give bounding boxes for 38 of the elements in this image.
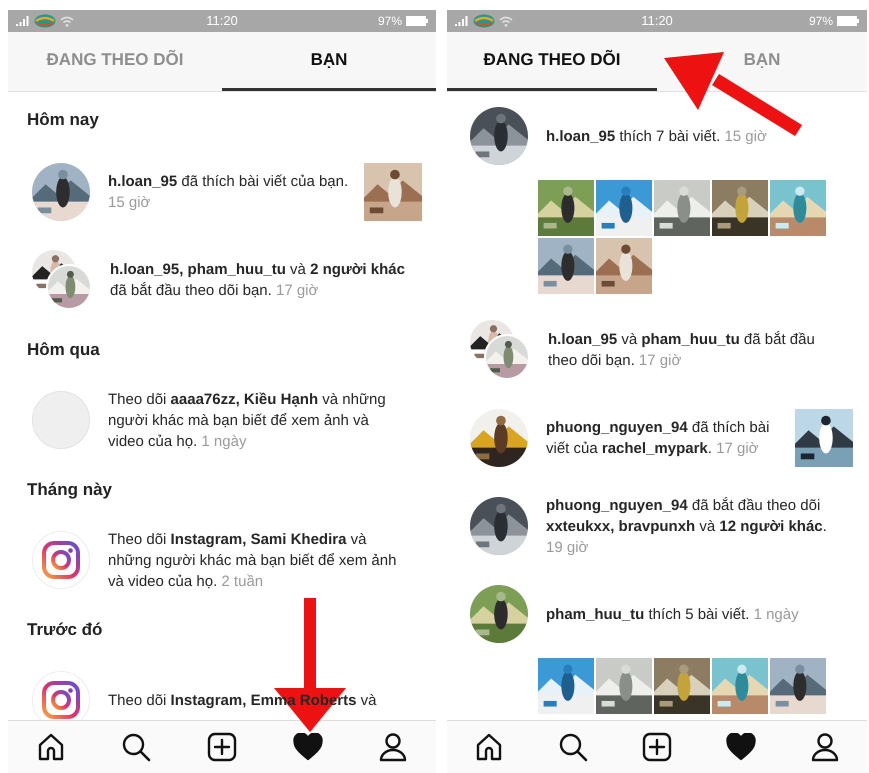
notification-text: h.loan_95 đã thích bài viết của bạn. 15 giờ [108, 172, 350, 213]
search-icon[interactable] [121, 732, 152, 762]
notification-text: h.loan_95 thích 7 bài viết. 15 giờ [546, 126, 768, 146]
profile-icon[interactable] [810, 732, 840, 762]
camera-logo-icon [41, 680, 81, 720]
carrier-logo-icon [34, 14, 56, 28]
battery-icon [837, 16, 859, 26]
camera-logo-icon [41, 540, 81, 580]
battery-percentage: 97% [808, 13, 833, 30]
notification-text: h.loan_95, pham_huu_tu và 2 người khác đã bắt đầu theo dõi bạn. 17 giờ [110, 260, 406, 301]
home-icon[interactable] [474, 732, 504, 762]
search-icon[interactable] [558, 732, 588, 762]
battery-percentage: 97% [378, 13, 402, 30]
wifi-icon [60, 16, 74, 26]
wifi-icon [499, 16, 513, 26]
status-time: 11:20 [641, 12, 673, 30]
notification-text: h.loan_95 và pham_huu_tu đã bắt đầu theo dõi bạn. 17 giờ [548, 330, 816, 371]
battery-icon [406, 16, 428, 26]
section-heading: Tháng này [27, 479, 112, 502]
heart-icon[interactable] [726, 733, 756, 761]
section-heading: Hôm nay [27, 109, 99, 132]
notification-text: phuong_nguyen_94 đã bắt đầu theo dõi xxteukxx, bravpunxh và 12 người khác. 19 giờ [546, 496, 828, 558]
tab[interactable]: BẠN [222, 32, 436, 91]
notification-text: Theo dõi Instagram, Sami Khedira và những người khác mà bạn biết để xem ảnh và video của họ. 2 tuần [108, 530, 398, 592]
signal-icon [455, 16, 469, 26]
status-time: 11:20 [206, 12, 238, 30]
signal-icon [16, 16, 30, 26]
notification-text: Theo dõi aaaa76zz, Kiều Hạnh và những người khác mà bạn biết để xem ảnh và video của họ. 1 ngày [108, 390, 387, 452]
profile-icon[interactable] [378, 732, 408, 762]
tab[interactable]: ĐANG THEO DÕI [447, 32, 657, 91]
notification-text: phuong_nguyen_94 đã thích bài viết của rachel_mypark. 17 giờ [546, 418, 770, 459]
heart-icon[interactable] [292, 733, 323, 761]
notification-text: pham_huu_tu thích 5 bài viết. 1 ngày [546, 604, 800, 624]
section-heading: Trước đó [27, 619, 102, 642]
add-post-icon[interactable] [206, 732, 237, 762]
section-heading: Hôm qua [27, 339, 100, 362]
add-post-icon[interactable] [642, 732, 672, 762]
carrier-logo-icon [473, 14, 495, 28]
